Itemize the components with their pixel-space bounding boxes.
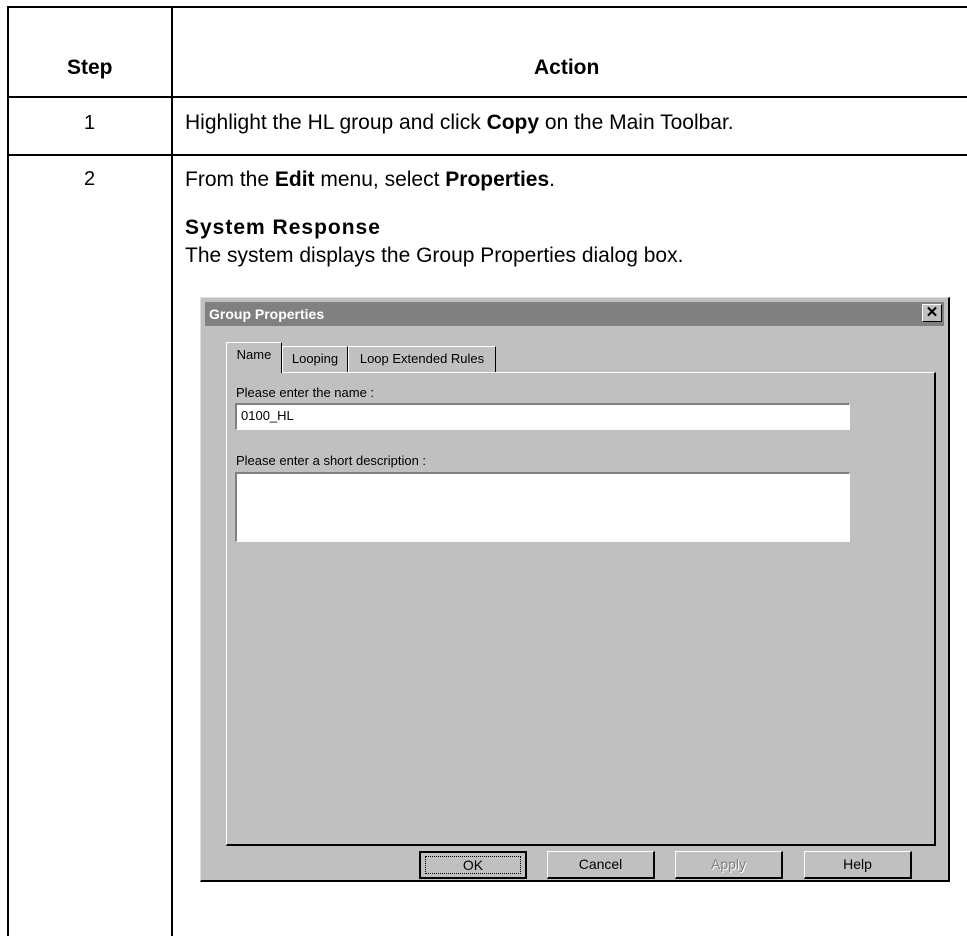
system-response-heading: System Response [185,216,381,239]
step-2-action: From the Edit menu, select Properties. [185,168,555,191]
description-textarea[interactable] [235,472,850,542]
table-left-border [7,6,9,936]
action-column-header: Action [534,56,600,79]
tab-panel: Please enter the name : 0100_HL Please e… [226,372,936,846]
group-properties-dialog: Group Properties ✕ Please enter the name… [200,297,950,882]
help-button[interactable]: Help [804,851,912,879]
ok-focus-outline [425,856,521,874]
apply-button[interactable]: Apply [675,851,783,879]
step-number-2: 2 [84,168,96,190]
close-icon[interactable]: ✕ [922,304,942,322]
tab-loop-extended-rules[interactable]: Loop Extended Rules [348,346,496,372]
copy-emphasis: Copy [486,111,540,134]
step-number-1: 1 [84,112,96,134]
edit-emphasis: Edit [274,168,315,191]
cancel-button[interactable]: Cancel [547,851,655,879]
name-label: Please enter the name : [236,385,375,400]
column-divider [171,6,173,936]
step-column-header: Step [67,56,113,79]
name-input[interactable]: 0100_HL [235,403,850,430]
tab-looping[interactable]: Looping [282,346,348,372]
tab-name[interactable]: Name [226,342,282,373]
description-label: Please enter a short description : [236,453,427,468]
ok-button[interactable]: OK [419,851,527,879]
header-divider [7,96,967,98]
properties-emphasis: Properties [445,168,550,191]
row1-divider [7,154,967,156]
dialog-title: Group Properties [209,306,325,322]
table-top-border [7,6,967,8]
system-response-text: The system displays the Group Properties… [185,244,684,267]
step-1-action: Highlight the HL group and click Copy on… [185,111,734,134]
dialog-titlebar[interactable]: Group Properties ✕ [205,302,944,326]
